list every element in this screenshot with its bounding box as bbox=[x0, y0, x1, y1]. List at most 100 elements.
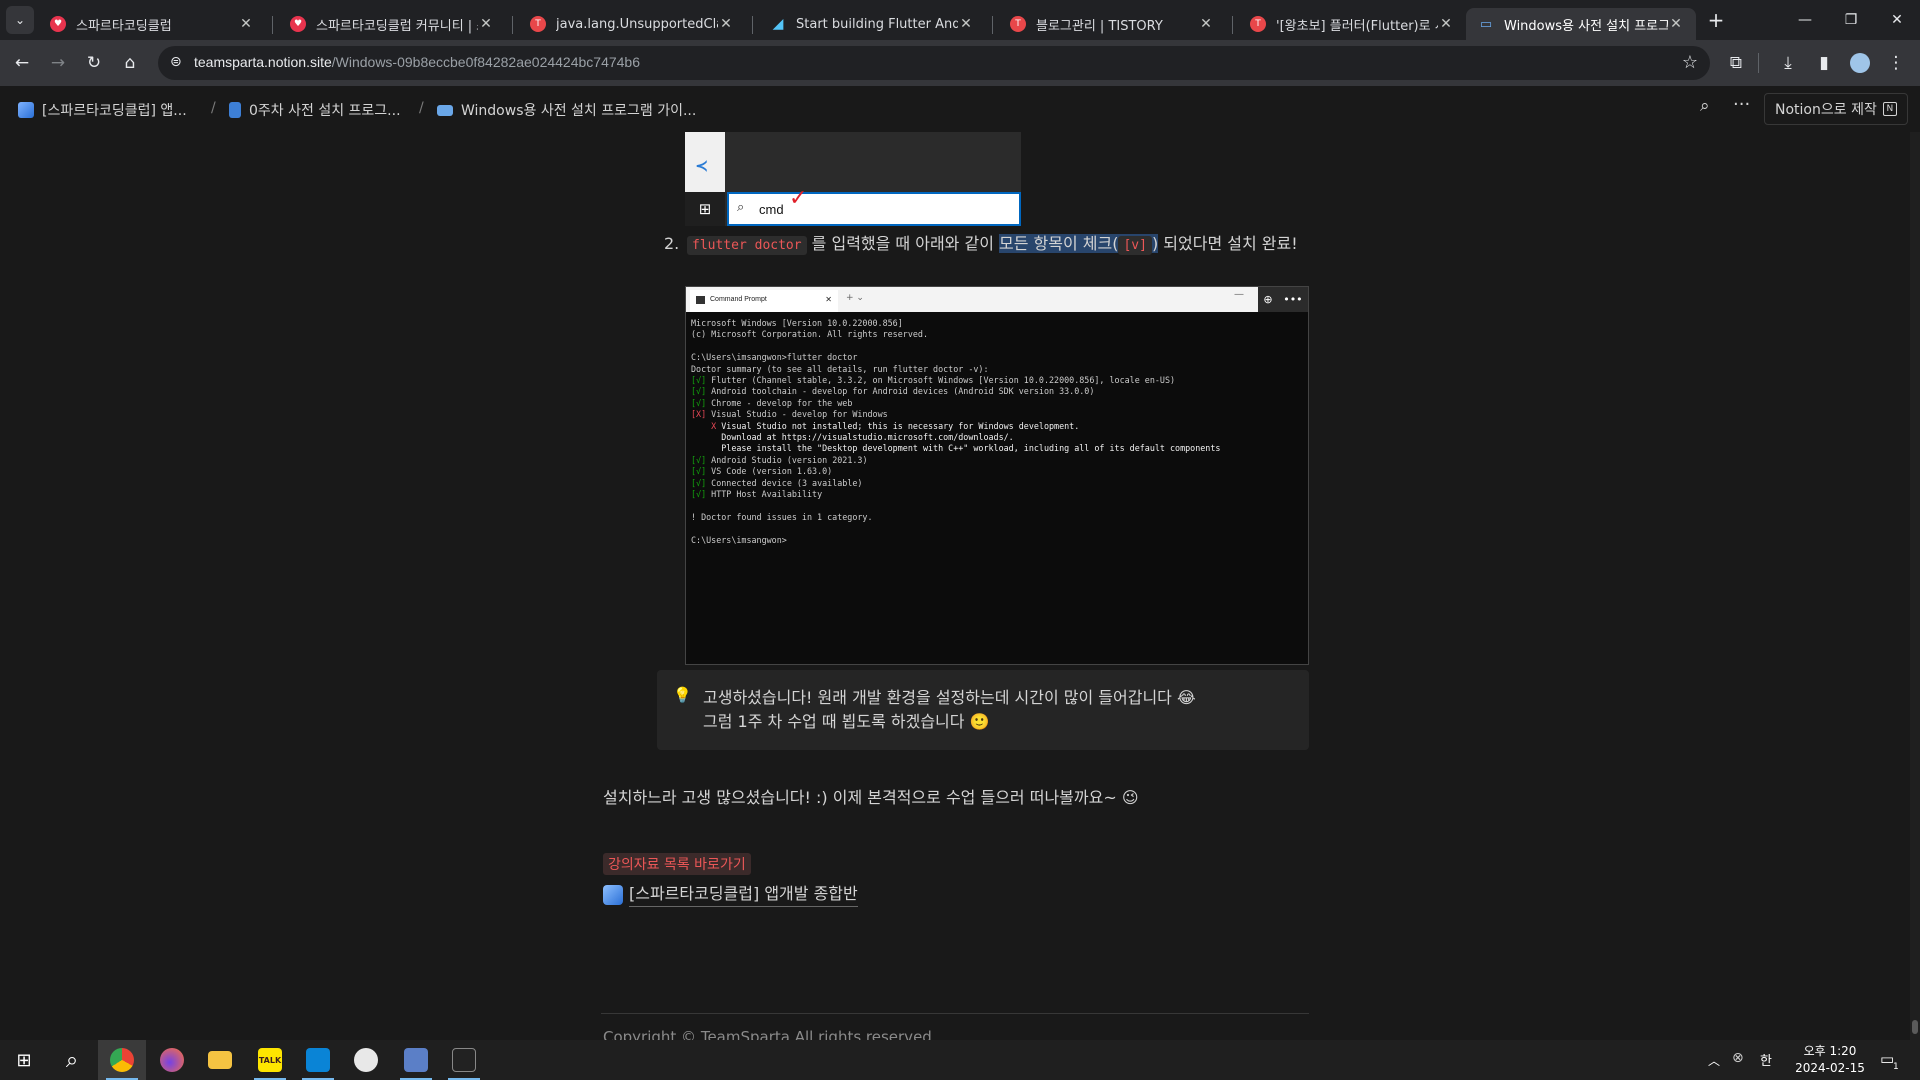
extensions-icon[interactable]: ⧉ bbox=[1722, 49, 1750, 77]
start-button[interactable]: ⊞ bbox=[0, 1040, 48, 1080]
taskbar-terminal[interactable] bbox=[440, 1040, 488, 1080]
taskbar-firefox[interactable] bbox=[148, 1040, 196, 1080]
breadcrumb-label: 0주차 사전 설치 프로그... bbox=[249, 103, 401, 119]
built-with-notion-button[interactable]: Notion으로 제작 N bbox=[1764, 93, 1908, 125]
browser-toolbar: ← → ↻ ⌂ ⊜ teamsparta.notion.site/Windows… bbox=[0, 40, 1920, 86]
laptop-favicon-icon: ▭ bbox=[1479, 16, 1493, 32]
vscode-icon bbox=[306, 1048, 330, 1072]
clock-date: 2024-02-15 bbox=[1795, 1061, 1865, 1075]
tistory-favicon-icon: T bbox=[1250, 16, 1266, 32]
breadcrumb-app-course[interactable]: [스파르타코딩클럽] 앱... bbox=[18, 100, 187, 120]
new-tab-button[interactable]: + bbox=[1702, 6, 1730, 34]
close-icon[interactable]: ✕ bbox=[1438, 16, 1454, 32]
page-link-label: [스파르타코딩클럽] 앱개발 종합반 bbox=[629, 882, 858, 907]
more-options-icon[interactable]: ··· bbox=[1733, 94, 1750, 115]
close-icon[interactable]: ✕ bbox=[1668, 16, 1684, 32]
ime-indicator[interactable]: 한 bbox=[1760, 1050, 1772, 1069]
reload-icon[interactable]: ↻ bbox=[80, 49, 108, 77]
taskbar-app-circle[interactable] bbox=[342, 1040, 390, 1080]
bookmark-star-icon[interactable]: ☆ bbox=[1682, 52, 1698, 73]
taskbar-file-explorer[interactable] bbox=[196, 1040, 244, 1080]
minimize-icon[interactable]: — bbox=[1782, 0, 1828, 40]
terminal-line-text: Download at https://visualstudio.microso… bbox=[691, 432, 1014, 443]
more-icon: ••• bbox=[1283, 293, 1303, 306]
status-mark: [√] bbox=[691, 489, 707, 500]
terminal-line-text: C:\Users\imsangwon>flutter doctor bbox=[691, 352, 858, 363]
terminal-line: [√] Chrome - develop for the web bbox=[691, 398, 1303, 409]
tab-flutter-docs[interactable]: ◢ Start building Flutter Android ✕ bbox=[758, 8, 986, 40]
terminal-line: [√] HTTP Host Availability bbox=[691, 489, 1303, 500]
page-link-app-course[interactable]: [스파르타코딩클럽] 앱개발 종합반 bbox=[603, 882, 858, 907]
side-panel-icon[interactable]: ▮ bbox=[1810, 49, 1838, 77]
close-icon[interactable]: ✕ bbox=[958, 16, 974, 32]
chrome-icon bbox=[110, 1048, 134, 1072]
terminal-line: C:\Users\imsangwon> bbox=[691, 535, 1303, 546]
status-mark: [√] bbox=[691, 454, 707, 465]
tray-chevron-icon[interactable]: ︿ bbox=[1708, 1052, 1720, 1069]
status-mark: [√] bbox=[691, 375, 707, 386]
terminal-line: Microsoft Windows [Version 10.0.22000.85… bbox=[691, 318, 1303, 329]
tab-sparta[interactable]: ♥ 스파르타코딩클럽 ✕ bbox=[38, 8, 266, 40]
terminal-line: [√] Connected device (3 available) bbox=[691, 478, 1303, 489]
terminal-output: Microsoft Windows [Version 10.0.22000.85… bbox=[686, 312, 1308, 552]
callout-box: 💡 고생하셨습니다! 원래 개발 환경을 설정하는데 시간이 많이 들어갑니다 … bbox=[657, 670, 1309, 750]
site-info-icon[interactable]: ⊜ bbox=[170, 54, 182, 70]
taskbar-remote-app[interactable] bbox=[392, 1040, 440, 1080]
remote-desktop-icon bbox=[404, 1048, 428, 1072]
tab-search-chevron-icon[interactable]: ⌄ bbox=[6, 6, 34, 34]
breadcrumb-windows-guide[interactable]: Windows용 사전 설치 프로그램 가이... bbox=[437, 100, 696, 120]
terminal-line: [√] Flutter (Channel stable, 3.3.2, on M… bbox=[691, 375, 1303, 386]
taskbar-kakaotalk[interactable]: TALK bbox=[246, 1040, 294, 1080]
toolbar-divider bbox=[1758, 53, 1759, 73]
tab-sparta-community[interactable]: ♥ 스파르타코딩클럽 커뮤니티 | 스 ✕ bbox=[278, 8, 506, 40]
search-icon[interactable]: ⌕ bbox=[1700, 96, 1710, 116]
terminal-line-text: Please install the "Desktop development … bbox=[691, 443, 1221, 454]
breadcrumb-separator: / bbox=[419, 100, 424, 116]
close-icon[interactable]: ✕ bbox=[718, 16, 734, 32]
tab-java-error[interactable]: T java.lang.UnsupportedClassVer ✕ bbox=[518, 8, 746, 40]
taskbar-search-button[interactable]: ⌕ bbox=[48, 1040, 96, 1080]
network-off-icon[interactable]: ⊗ bbox=[1732, 1050, 1744, 1066]
course-logo-icon bbox=[18, 102, 34, 118]
browser-tab-strip: ⌄ ♥ 스파르타코딩클럽 ✕ ♥ 스파르타코딩클럽 커뮤니티 | 스 ✕ T j… bbox=[0, 0, 1920, 40]
search-query-text: cmd bbox=[759, 202, 784, 217]
terminal-line: X Visual Studio not installed; this is n… bbox=[691, 421, 1303, 432]
page-scrollbar[interactable] bbox=[1910, 132, 1920, 1040]
back-arrow-icon[interactable]: ← bbox=[8, 49, 36, 77]
list-number: 2. bbox=[664, 234, 680, 253]
tab-flutter-beginner[interactable]: T '[왕초보] 플러터(Flutter)로 시작 ✕ bbox=[1238, 8, 1466, 40]
status-mark: [√] bbox=[691, 386, 707, 397]
windows-taskbar: ⊞ ⌕ TALK ︿ ⊗ 한 오후 1:20 2024-02-15 ▭ 1 bbox=[0, 1040, 1920, 1080]
system-clock[interactable]: 오후 1:20 2024-02-15 bbox=[1790, 1043, 1870, 1077]
download-icon[interactable]: ⤓ bbox=[1774, 49, 1802, 77]
profile-avatar[interactable] bbox=[1846, 49, 1874, 77]
windows-logo-icon: ⊞ bbox=[16, 1049, 32, 1071]
home-icon[interactable]: ⌂ bbox=[116, 49, 144, 77]
breadcrumb-week0[interactable]: 0주차 사전 설치 프로그... bbox=[229, 100, 401, 120]
tab-tistory-admin[interactable]: T 블로그관리 | TISTORY ✕ bbox=[998, 8, 1226, 40]
terminal-line-text: C:\Users\imsangwon> bbox=[691, 534, 787, 545]
close-icon[interactable]: ✕ bbox=[1198, 16, 1214, 32]
terminal-line-text: Android toolchain - develop for Android … bbox=[706, 386, 1095, 397]
notion-button-label: Notion으로 제작 bbox=[1775, 102, 1877, 118]
screenshot-overlay-buttons: ⊕ ••• bbox=[1258, 287, 1308, 312]
close-icon[interactable]: ✕ bbox=[238, 16, 254, 32]
address-bar[interactable]: ⊜ teamsparta.notion.site/Windows-09b8ecc… bbox=[158, 46, 1710, 80]
firefox-icon bbox=[160, 1048, 184, 1072]
kakaotalk-icon: TALK bbox=[258, 1048, 282, 1072]
forward-arrow-icon[interactable]: → bbox=[44, 49, 72, 77]
tab-title: 스파르타코딩클럽 bbox=[76, 18, 172, 34]
terminal-line-text: (c) Microsoft Corporation. All rights re… bbox=[691, 329, 928, 340]
tab-windows-guide-active[interactable]: ▭ Windows용 사전 설치 프로그 ✕ bbox=[1466, 8, 1696, 40]
scrollbar-thumb[interactable] bbox=[1912, 1020, 1918, 1034]
restore-icon[interactable]: ❐ bbox=[1828, 0, 1874, 40]
taskbar-chrome[interactable] bbox=[98, 1040, 146, 1080]
taskbar-vscode[interactable] bbox=[294, 1040, 342, 1080]
terminal-tab-title: Command Prompt bbox=[710, 296, 767, 303]
terminal-line-text: Android Studio (version 2021.3) bbox=[706, 454, 868, 465]
close-icon[interactable]: ✕ bbox=[478, 16, 494, 32]
flutter-favicon-icon: ◢ bbox=[772, 16, 784, 32]
close-window-icon[interactable]: ✕ bbox=[1874, 0, 1920, 40]
chrome-menu-icon[interactable]: ⋮ bbox=[1882, 49, 1910, 77]
